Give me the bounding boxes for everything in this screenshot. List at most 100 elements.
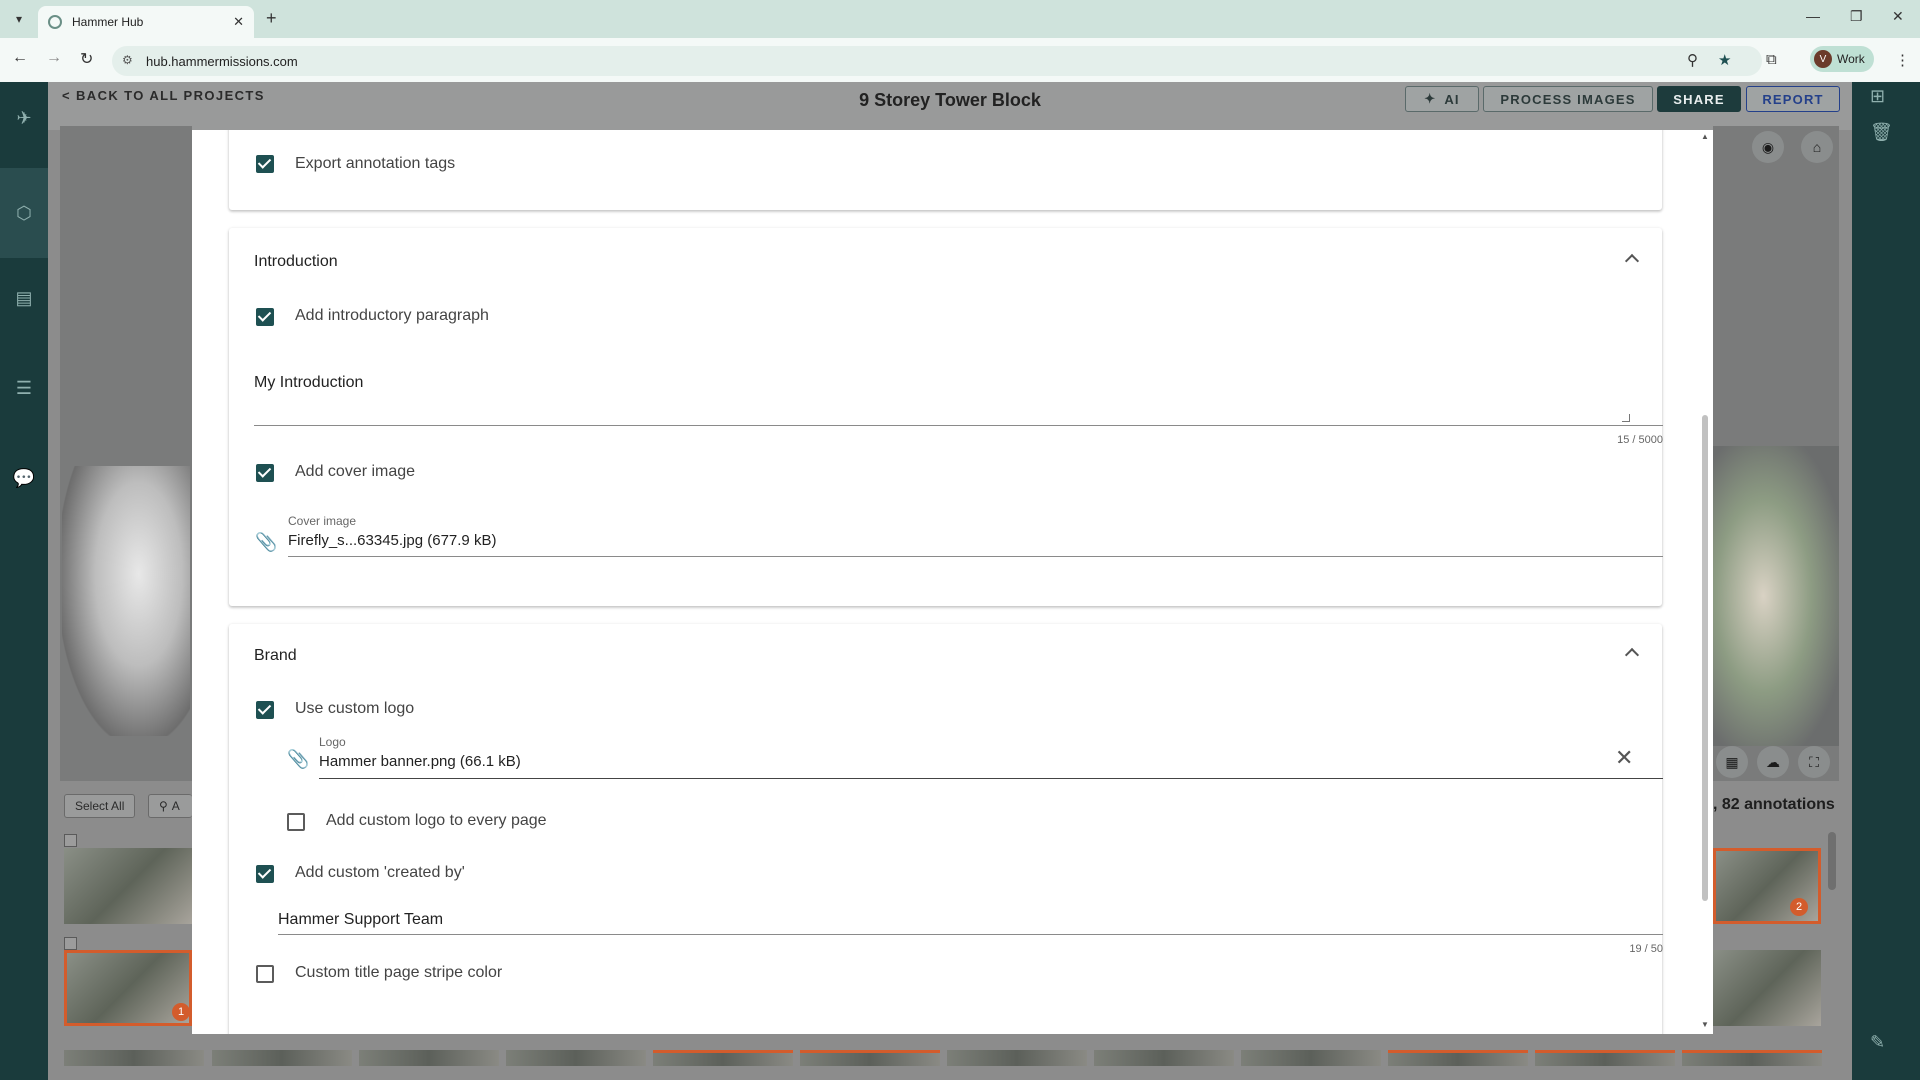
add-cover-label: Add cover image: [295, 463, 416, 480]
image-thumbnail[interactable]: [359, 1050, 499, 1066]
created-by-checkbox[interactable]: [256, 865, 274, 883]
created-by-input[interactable]: Hammer Support Team: [278, 911, 443, 929]
tab-title: Hammer Hub: [72, 15, 144, 29]
logo-underline: [319, 778, 1663, 779]
comments-icon[interactable]: 💬: [0, 458, 48, 498]
minimize-icon[interactable]: —: [1806, 8, 1820, 24]
report-button[interactable]: REPORT: [1746, 86, 1840, 112]
image-thumbnail-selected[interactable]: [1535, 1050, 1675, 1066]
camera-icon[interactable]: ◉: [1752, 131, 1784, 163]
tab-close-icon[interactable]: ✕: [233, 14, 244, 30]
model-viewer-right[interactable]: [1713, 126, 1839, 781]
image-thumbnail[interactable]: [1094, 1050, 1234, 1066]
url-text: hub.hammermissions.com: [146, 53, 298, 69]
intro-char-counter: 15 / 5000: [1617, 434, 1663, 446]
paperclip-icon[interactable]: 📎: [255, 532, 277, 553]
browser-menu-icon[interactable]: ⋮: [1895, 51, 1910, 69]
annotation-badge: 2: [1790, 898, 1808, 916]
trash-icon[interactable]: 🗑: [1870, 122, 1893, 143]
point-cloud-image: [1713, 446, 1839, 746]
image-thumbnail[interactable]: [64, 848, 192, 924]
image-thumbnail-selected[interactable]: [1388, 1050, 1528, 1066]
scroll-down-icon[interactable]: ▼: [1700, 1020, 1710, 1029]
forward-arrow-icon[interactable]: →: [46, 49, 62, 67]
image-thumbnail[interactable]: [506, 1050, 646, 1066]
address-bar[interactable]: ⚙ hub.hammermissions.com: [112, 46, 1762, 76]
paperclip-icon[interactable]: 📎: [287, 749, 309, 770]
intro-underline: [254, 425, 1663, 426]
brand-section-title[interactable]: Brand: [254, 647, 297, 665]
model-viewer-left[interactable]: [60, 126, 192, 781]
image-thumbnail[interactable]: [1241, 1050, 1381, 1066]
zoom-icon[interactable]: ⚲: [1687, 51, 1698, 69]
select-all-button[interactable]: Select All: [64, 794, 136, 818]
search-icon: ⚲: [159, 799, 168, 813]
introduction-card: Introduction Add introductory paragraph …: [229, 228, 1663, 606]
gallery-scrollbar[interactable]: [1828, 832, 1836, 890]
stripe-color-label: Custom title page stripe color: [295, 964, 503, 981]
profile-label: Work: [1837, 52, 1865, 66]
image-thumbnail[interactable]: [212, 1050, 352, 1066]
bookmark-star-icon[interactable]: ★: [1718, 51, 1731, 69]
point-cloud-image: [62, 466, 190, 736]
resize-handle-icon[interactable]: [1622, 414, 1630, 422]
image-checkbox[interactable]: [64, 937, 77, 950]
export-annotation-tags-checkbox[interactable]: [256, 155, 274, 173]
created-by-char-counter: 19 / 50: [1629, 943, 1663, 955]
model-cube-icon[interactable]: ⬡: [0, 168, 48, 258]
extensions-icon[interactable]: ⧉: [1766, 51, 1777, 68]
add-intro-checkbox[interactable]: [256, 308, 274, 326]
image-thumbnail-selected[interactable]: [1682, 1050, 1822, 1066]
add-layer-icon[interactable]: ⊞: [1870, 86, 1885, 107]
image-thumbnail[interactable]: [947, 1050, 1087, 1066]
close-window-icon[interactable]: ✕: [1892, 8, 1904, 25]
report-document-icon[interactable]: ▤: [0, 278, 48, 318]
home-icon[interactable]: ⌂: [1801, 131, 1833, 163]
project-title: 9 Storey Tower Block: [859, 90, 1041, 110]
new-tab-icon[interactable]: +: [266, 8, 277, 29]
cover-image-file[interactable]: Firefly_s...63345.jpg (677.9 kB): [288, 532, 496, 549]
introduction-section-title[interactable]: Introduction: [254, 253, 338, 271]
image-thumbnail[interactable]: [1713, 950, 1821, 1026]
cloud-upload-icon[interactable]: ☁: [1757, 746, 1789, 778]
profile-chip[interactable]: V Work: [1810, 46, 1874, 72]
scroll-up-icon[interactable]: ▲: [1700, 132, 1710, 141]
ai-button[interactable]: ✦ AI: [1405, 86, 1479, 112]
clear-logo-icon[interactable]: ✕: [1615, 745, 1633, 771]
fullscreen-icon[interactable]: ⛶: [1798, 746, 1830, 778]
browser-tab[interactable]: Hammer Hub ✕: [38, 6, 254, 38]
edit-compass-icon[interactable]: ✎: [1870, 1032, 1885, 1053]
cover-image-field-label: Cover image: [288, 514, 357, 528]
back-arrow-icon[interactable]: ←: [12, 49, 28, 67]
created-by-label: Add custom 'created by': [295, 864, 465, 881]
logo-every-page-checkbox[interactable]: [287, 813, 305, 831]
image-thumbnail-selected[interactable]: [800, 1050, 940, 1066]
brand-card: Brand Use custom logo 📎 Logo Hammer bann…: [229, 624, 1663, 1034]
logo-file[interactable]: Hammer banner.png (66.1 kB): [319, 753, 521, 770]
report-settings-dialog: Export annotation tags Introduction Add …: [192, 130, 1713, 1034]
tab-favicon-icon: [48, 15, 62, 29]
site-info-icon[interactable]: ⚙: [122, 53, 133, 67]
image-thumbnail[interactable]: [64, 1050, 204, 1066]
reload-icon[interactable]: ↻: [80, 49, 93, 69]
process-images-button[interactable]: PROCESS IMAGES: [1483, 86, 1653, 112]
share-button[interactable]: SHARE: [1657, 86, 1741, 112]
back-to-projects-link[interactable]: < BACK TO ALL PROJECTS: [62, 88, 265, 103]
image-thumbnail-selected[interactable]: [653, 1050, 793, 1066]
list-icon[interactable]: ☰: [0, 368, 48, 408]
tab-search-icon[interactable]: ▾: [8, 8, 30, 30]
ai-filter-button[interactable]: ⚲ A: [148, 794, 192, 818]
intro-textarea[interactable]: My Introduction: [254, 374, 363, 392]
add-cover-checkbox[interactable]: [256, 464, 274, 482]
bottom-thumbnail-strip[interactable]: [60, 1050, 1840, 1066]
collapse-chevron-icon[interactable]: [1625, 252, 1637, 264]
stripe-color-checkbox[interactable]: [256, 965, 274, 983]
use-custom-logo-checkbox[interactable]: [256, 701, 274, 719]
collapse-chevron-icon[interactable]: [1625, 646, 1637, 658]
dialog-scrollbar[interactable]: [1702, 415, 1708, 901]
logo-every-page-label: Add custom logo to every page: [326, 812, 547, 829]
restore-icon[interactable]: ❐: [1850, 8, 1863, 25]
flight-icon[interactable]: ✈: [0, 98, 48, 138]
image-checkbox[interactable]: [64, 834, 77, 847]
table-view-icon[interactable]: ▦: [1716, 746, 1748, 778]
